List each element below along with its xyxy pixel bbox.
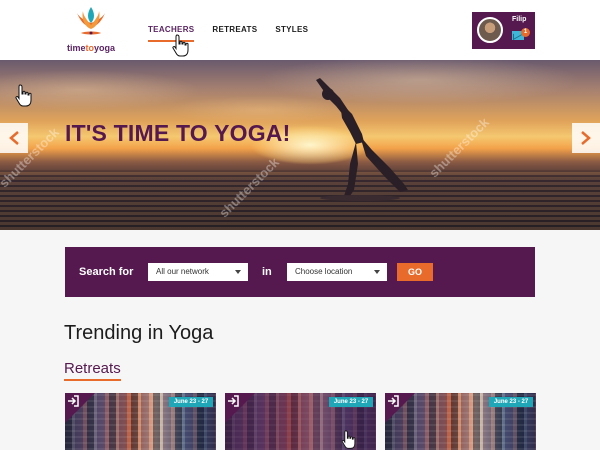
search-bar: Search for All our network in Choose loc…	[65, 247, 535, 297]
logo-text-prefix: time	[66, 43, 86, 53]
date-badge: June 23 - 27	[489, 397, 533, 407]
lotus-logo-icon	[77, 7, 105, 35]
main-nav: TEACHERS RETREATS STYLES	[148, 25, 308, 42]
user-avatar[interactable]	[477, 17, 503, 43]
sign-in-icon[interactable]	[387, 395, 399, 407]
in-label: in	[262, 266, 272, 278]
location-select[interactable]: Choose location	[287, 263, 387, 281]
yoga-silhouette	[316, 78, 408, 201]
logo-wordmark: timetoyoga	[60, 43, 122, 53]
site-logo[interactable]: timetoyoga	[60, 5, 122, 57]
hero-title: IT'S TIME TO YOGA!	[65, 120, 291, 146]
date-badge: June 23 - 27	[169, 397, 213, 407]
user-name: Filip	[512, 16, 527, 23]
sign-in-icon[interactable]	[227, 395, 239, 407]
location-select-placeholder: Choose location	[295, 267, 353, 276]
logo-text-suffix: yoga	[94, 43, 116, 53]
chevron-left-icon	[9, 131, 19, 145]
nav-item-retreats[interactable]: RETREATS	[212, 25, 257, 34]
hero-banner: IT'S TIME TO YOGA! shutterstock shutters…	[0, 60, 600, 230]
section-tab-retreats[interactable]: Retreats	[64, 360, 121, 377]
section-underline	[64, 379, 121, 381]
retreat-card[interactable]: June 23 - 27	[65, 393, 216, 450]
slider-next-button[interactable]	[572, 123, 600, 153]
chevron-down-icon	[374, 270, 380, 274]
nav-item-teachers[interactable]: TEACHERS	[148, 25, 195, 42]
logo-text-mid: to	[85, 43, 95, 53]
network-select[interactable]: All our network	[148, 263, 248, 281]
go-button[interactable]: GO	[397, 263, 433, 281]
top-header: timetoyoga TEACHERS RETREATS STYLES Fili…	[0, 0, 600, 60]
user-menu[interactable]: Filip 1	[472, 12, 535, 49]
hand-cursor-icon	[341, 430, 356, 449]
sign-in-icon[interactable]	[67, 395, 79, 407]
hand-cursor-icon	[15, 84, 32, 107]
slider-prev-button[interactable]	[0, 123, 28, 153]
mail-count-badge: 1	[521, 28, 530, 37]
hand-cursor-icon	[172, 34, 189, 57]
trending-title: Trending in Yoga	[64, 322, 214, 344]
network-select-value: All our network	[156, 267, 209, 276]
nav-item-styles[interactable]: STYLES	[275, 25, 308, 34]
chevron-right-icon	[581, 131, 591, 145]
search-label: Search for	[79, 266, 134, 278]
retreat-card[interactable]: June 23 - 27	[385, 393, 536, 450]
chevron-down-icon	[235, 270, 241, 274]
date-badge: June 23 - 27	[329, 397, 373, 407]
